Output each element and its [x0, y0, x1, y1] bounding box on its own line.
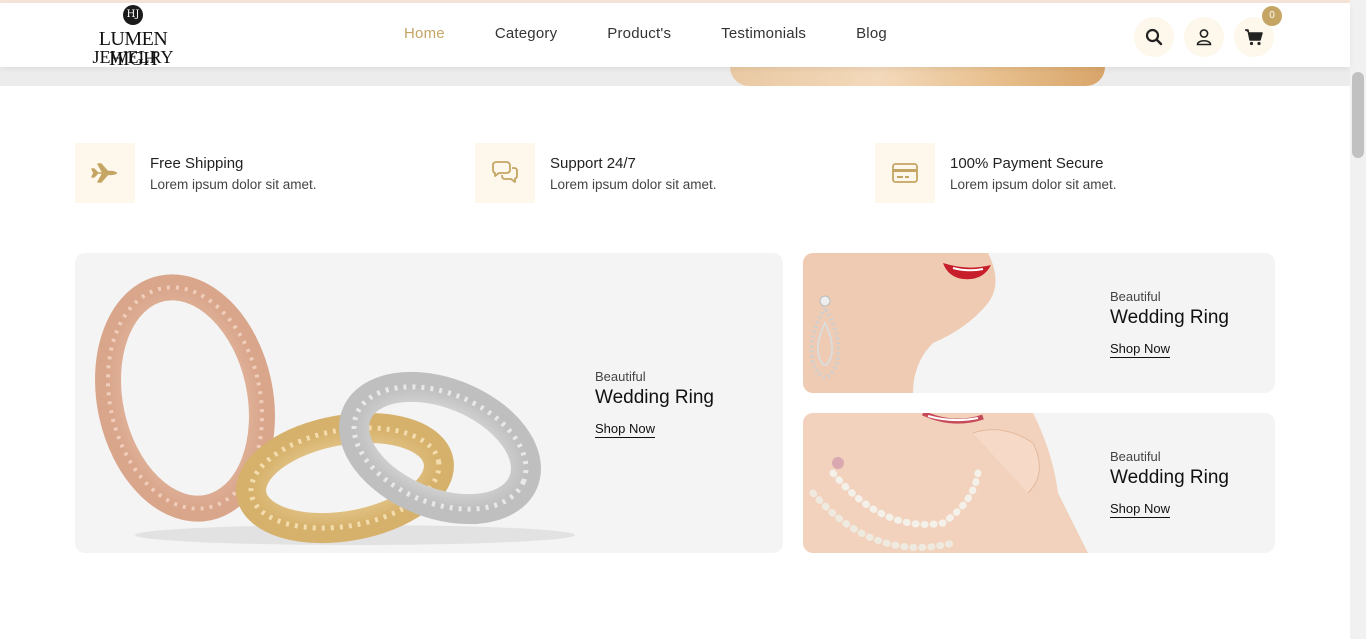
shop-now-link[interactable]: Shop Now: [1110, 501, 1170, 518]
shop-now-link[interactable]: Shop Now: [1110, 341, 1170, 358]
nav-blog[interactable]: Blog: [856, 25, 887, 42]
feature-title: 100% Payment Secure: [950, 155, 1104, 172]
rings-image: [95, 274, 575, 545]
account-button[interactable]: [1184, 17, 1224, 57]
credit-card-icon: [892, 163, 918, 183]
page: HJ LUMEN HIGH JEWELRY Home Category Prod…: [0, 0, 1366, 639]
feature-support: Support 24/7 Lorem ipsum dolor sit amet.: [475, 143, 835, 203]
feature-description: Lorem ipsum dolor sit amet.: [950, 177, 1117, 192]
necklace-model-image: [803, 413, 1088, 553]
airplane-icon: [91, 163, 117, 183]
earring-model-image: [803, 253, 996, 393]
cart-count-badge: 0: [1262, 6, 1282, 26]
feature-description: Lorem ipsum dolor sit amet.: [150, 177, 317, 192]
hero-banner-bottom: [0, 67, 1350, 86]
search-icon: [1145, 28, 1163, 46]
nav-category[interactable]: Category: [495, 25, 557, 42]
user-icon: [1196, 29, 1212, 46]
chat-icon: [492, 161, 518, 183]
banner-subtitle: Beautiful: [1110, 449, 1161, 464]
feature-payment-secure: 100% Payment Secure Lorem ipsum dolor si…: [875, 143, 1235, 203]
feature-description: Lorem ipsum dolor sit amet.: [550, 177, 717, 192]
banner-title: Wedding Ring: [1110, 307, 1230, 328]
main-nav: Home Category Product's Testimonials Blo…: [404, 25, 937, 42]
header: HJ LUMEN HIGH JEWELRY Home Category Prod…: [0, 3, 1350, 69]
hero-model-image: [730, 67, 1105, 86]
feature-icon-box: [875, 143, 935, 203]
shop-now-link[interactable]: Shop Now: [595, 421, 655, 438]
feature-free-shipping: Free Shipping Lorem ipsum dolor sit amet…: [75, 143, 435, 203]
scrollbar-thumb[interactable]: [1352, 72, 1364, 158]
banner-subtitle: Beautiful: [595, 369, 646, 384]
cart-icon: [1245, 29, 1263, 46]
logo[interactable]: HJ LUMEN HIGH JEWELRY: [75, 5, 195, 69]
banner-title: Wedding Ring: [1110, 467, 1230, 488]
search-button[interactable]: [1134, 17, 1174, 57]
feature-title: Support 24/7: [550, 155, 636, 172]
logo-monogram: HJ: [123, 5, 143, 25]
banner-earrings[interactable]: Beautiful Wedding Ring Shop Now: [803, 253, 1275, 393]
logo-line-2: JEWELRY: [92, 47, 174, 67]
nav-products[interactable]: Product's: [607, 25, 671, 42]
feature-title: Free Shipping: [150, 155, 244, 172]
banner-rings[interactable]: Beautiful Wedding Ring Shop Now: [75, 253, 783, 553]
banner-necklace[interactable]: Beautiful Wedding Ring Shop Now: [803, 413, 1275, 553]
nav-testimonials[interactable]: Testimonials: [721, 25, 806, 42]
banner-subtitle: Beautiful: [1110, 289, 1161, 304]
banner-title: Wedding Ring: [595, 387, 715, 408]
feature-icon-box: [75, 143, 135, 203]
feature-icon-box: [475, 143, 535, 203]
nav-home[interactable]: Home: [404, 25, 445, 42]
